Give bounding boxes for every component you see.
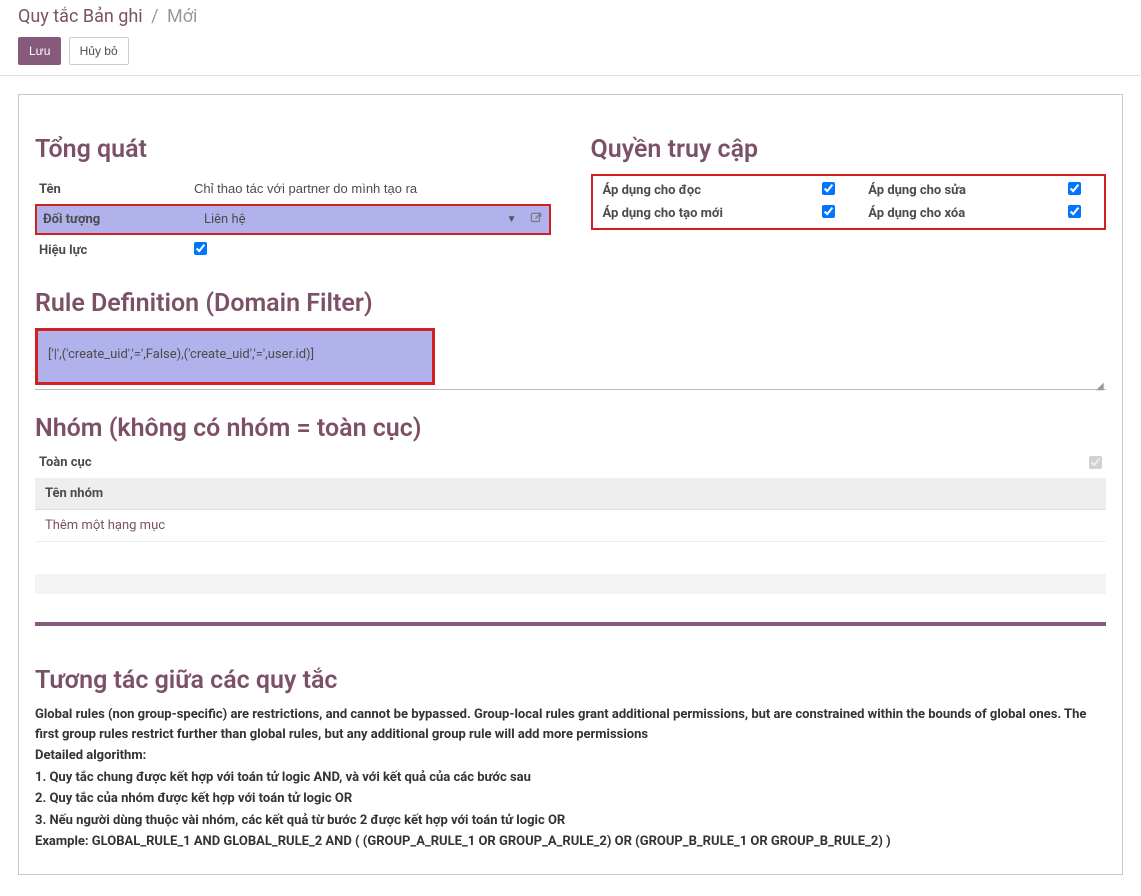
perm-create-label: Áp dụng cho tạo mới [603, 206, 789, 221]
groups-table: Tên nhóm Thêm một hạng mục [35, 478, 1106, 542]
global-checkbox [1089, 456, 1102, 469]
breadcrumb-sep: / [151, 6, 158, 27]
global-label: Toàn cục [39, 455, 92, 470]
groups-col-name: Tên nhóm [35, 478, 1106, 510]
section-rule-title: Rule Definition (Domain Filter) [35, 289, 1106, 318]
domain-filter-input[interactable]: ['|',('create_uid','=',False),('create_u… [35, 328, 435, 385]
field-object-select[interactable]: Liên hệ ▼ [198, 208, 523, 231]
chevron-down-icon: ▼ [507, 214, 517, 225]
discard-button[interactable]: Hủy bỏ [69, 37, 129, 65]
info-line: Global rules (non group-specific) are re… [35, 705, 1106, 744]
field-object-label: Đối tượng [43, 212, 198, 227]
section-divider [35, 622, 1106, 626]
section-access-title: Quyền truy cập [591, 135, 1107, 164]
domain-filter-value: ['|',('create_uid','=',False),('create_u… [48, 347, 314, 362]
field-object-value: Liên hệ [204, 212, 246, 227]
info-line: 1. Quy tắc chung được kết hợp với toán t… [35, 768, 1106, 788]
perm-write-label: Áp dụng cho sửa [868, 183, 1054, 198]
section-general-title: Tổng quát [35, 135, 551, 164]
info-line: Detailed algorithm: [35, 746, 1106, 766]
perm-unlink-label: Áp dụng cho xóa [868, 206, 1054, 221]
breadcrumb-root[interactable]: Quy tắc Bản ghi [18, 6, 143, 27]
info-line: 2. Quy tắc của nhóm được kết hợp với toá… [35, 789, 1106, 809]
perm-read-checkbox[interactable] [822, 182, 835, 195]
breadcrumb-current: Mới [167, 6, 197, 27]
perm-unlink-checkbox[interactable] [1068, 205, 1081, 218]
add-item-link[interactable]: Thêm một hạng mục [45, 518, 165, 533]
breadcrumb: Quy tắc Bản ghi / Mới [18, 6, 1123, 27]
section-interaction-title: Tương tác giữa các quy tắc [35, 666, 1106, 695]
field-name-input[interactable] [194, 179, 547, 199]
section-groups-title: Nhóm (không có nhóm = toàn cục) [35, 414, 1106, 443]
info-line: 3. Nếu người dùng thuộc vài nhóm, các kế… [35, 811, 1106, 831]
external-link-icon[interactable] [529, 211, 543, 229]
table-row: Thêm một hạng mục [35, 510, 1106, 542]
domain-filter-wrap: ['|',('create_uid','=',False),('create_u… [35, 328, 1106, 390]
perm-write-checkbox[interactable] [1068, 182, 1081, 195]
table-footer-strip [35, 574, 1106, 594]
save-button[interactable]: Lưu [18, 37, 61, 65]
form-sheet: Tổng quát Tên Đối tượng Liên hệ ▼ [18, 94, 1123, 875]
perm-create-checkbox[interactable] [822, 205, 835, 218]
interaction-info: Global rules (non group-specific) are re… [35, 705, 1106, 852]
info-line: Example: GLOBAL_RULE_1 AND GLOBAL_RULE_2… [35, 832, 1106, 852]
resize-handle-icon[interactable]: ◢ [1096, 381, 1106, 391]
field-active-label: Hiệu lực [39, 243, 194, 258]
access-rights-box: Áp dụng cho đọc Áp dụng cho sửa Áp dụng … [591, 174, 1107, 230]
perm-read-label: Áp dụng cho đọc [603, 183, 789, 198]
field-name-label: Tên [39, 182, 194, 197]
field-active-checkbox[interactable] [194, 242, 207, 255]
field-object-row: Đối tượng Liên hệ ▼ [35, 204, 551, 235]
